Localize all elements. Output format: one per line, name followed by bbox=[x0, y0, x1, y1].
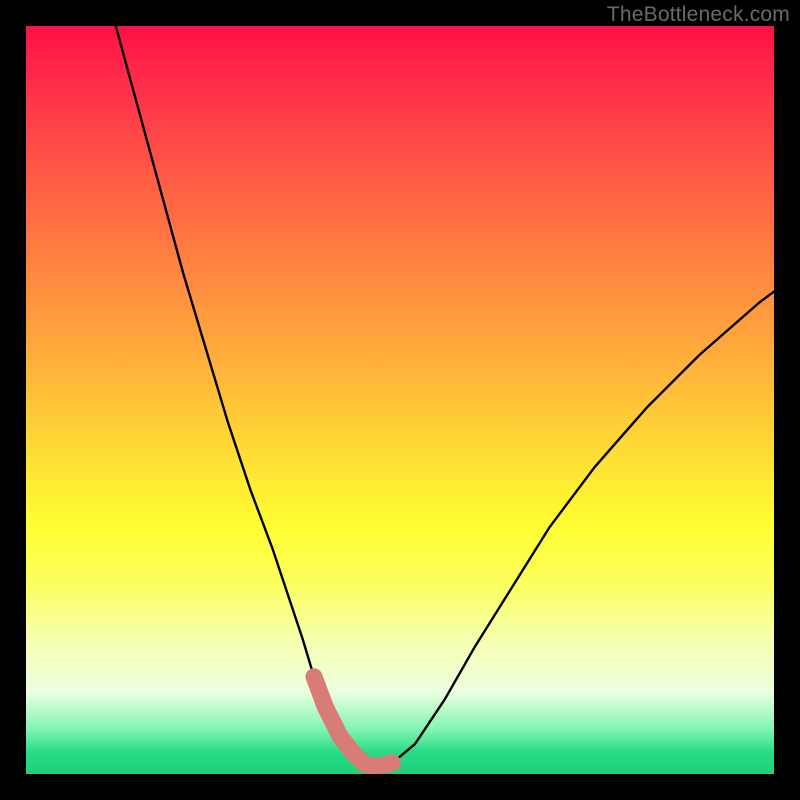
watermark-text: TheBottleneck.com bbox=[607, 3, 790, 27]
bottleneck-curve-highlight bbox=[314, 677, 393, 767]
chart-svg bbox=[26, 26, 774, 774]
bottleneck-curve-line bbox=[116, 26, 774, 767]
chart-plot-area bbox=[26, 26, 774, 774]
chart-frame: TheBottleneck.com bbox=[0, 0, 800, 800]
